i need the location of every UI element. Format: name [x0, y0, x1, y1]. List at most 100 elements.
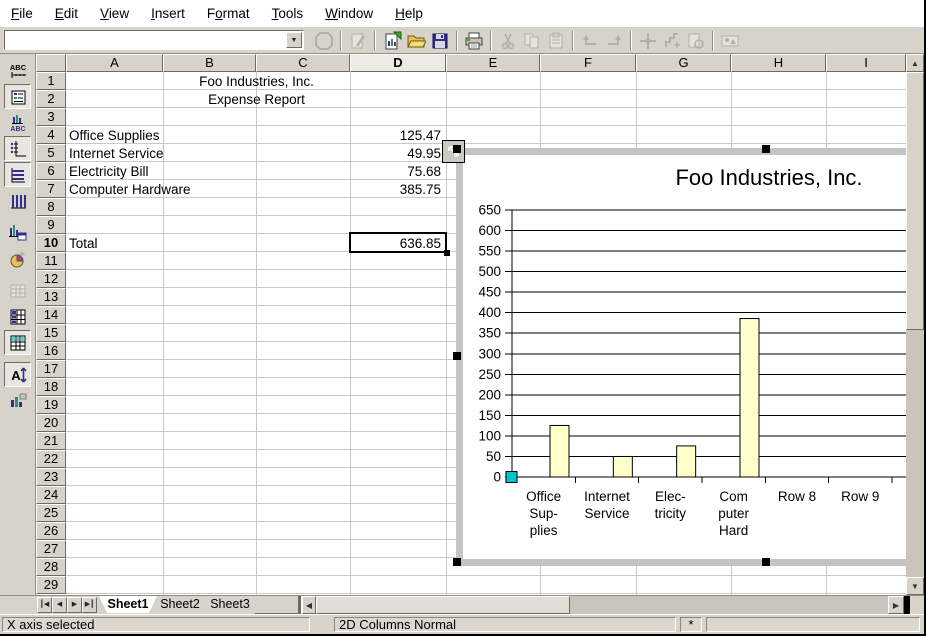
horizontal-scrollbar[interactable]: ◀ ▶: [302, 596, 904, 614]
row-header-2[interactable]: 2: [36, 90, 66, 108]
chart-plot[interactable]: 050100150200250300350400450500550600650O…: [463, 155, 919, 559]
cell-D4[interactable]: 125.47: [352, 128, 441, 143]
row-header-9[interactable]: 9: [36, 216, 66, 234]
new-document-icon[interactable]: [380, 29, 404, 53]
cell-D5[interactable]: 49.95: [352, 146, 441, 161]
cell-A10[interactable]: Total: [69, 236, 98, 251]
cell-B1[interactable]: Foo Industries, Inc.: [163, 74, 350, 89]
column-header-G[interactable]: G: [636, 54, 731, 72]
chart-autoformat-icon[interactable]: [4, 246, 31, 271]
menu-tools[interactable]: Tools: [261, 2, 315, 25]
combobox-dropdown-button[interactable]: ▼: [286, 32, 302, 48]
url-input[interactable]: [6, 32, 288, 50]
row-header-6[interactable]: 6: [36, 162, 66, 180]
url-combobox[interactable]: ▼: [4, 30, 304, 50]
last-sheet-button[interactable]: ▶┃: [82, 597, 97, 613]
previous-sheet-button[interactable]: ◀: [52, 597, 67, 613]
column-header-I[interactable]: I: [826, 54, 906, 72]
menu-window[interactable]: Window: [314, 2, 384, 25]
row-header-22[interactable]: 22: [36, 450, 66, 468]
row-header-8[interactable]: 8: [36, 198, 66, 216]
row-header-23[interactable]: 23: [36, 468, 66, 486]
data-in-columns-icon[interactable]: [4, 330, 31, 355]
cell-A5[interactable]: Internet Service: [69, 146, 164, 161]
cell-A6[interactable]: Electricity Bill: [69, 164, 149, 179]
vertical-grid-icon[interactable]: [4, 188, 31, 213]
data-in-rows-icon[interactable]: [4, 304, 31, 329]
chart-legend-icon[interactable]: [4, 84, 31, 109]
row-header-20[interactable]: 20: [36, 414, 66, 432]
horizontal-scroll-thumb[interactable]: [316, 596, 570, 614]
scroll-up-button[interactable]: ▲: [906, 54, 924, 72]
embedded-chart-object[interactable]: 050100150200250300350400450500550600650O…: [456, 148, 926, 566]
sheet-tab-sheet2[interactable]: Sheet2: [153, 596, 207, 613]
vertical-scrollbar[interactable]: ▲ ▼: [906, 54, 924, 595]
axis-description-icon[interactable]: [4, 136, 31, 161]
cell-A4[interactable]: Office Supplies: [69, 128, 160, 143]
first-sheet-button[interactable]: ┃◀: [37, 597, 52, 613]
column-header-B[interactable]: B: [163, 54, 256, 72]
column-header-C[interactable]: C: [256, 54, 350, 72]
scroll-left-button[interactable]: ◀: [302, 596, 316, 614]
sheet-tab-sheet1[interactable]: Sheet1: [99, 596, 157, 613]
row-header-13[interactable]: 13: [36, 288, 66, 306]
reorganize-chart-icon[interactable]: [4, 388, 31, 413]
row-header-18[interactable]: 18: [36, 378, 66, 396]
chart-canvas[interactable]: 050100150200250300350400450500550600650O…: [463, 155, 919, 559]
select-all-corner[interactable]: [36, 54, 66, 72]
row-header-27[interactable]: 27: [36, 540, 66, 558]
row-header-10[interactable]: 10: [36, 234, 66, 252]
open-icon[interactable]: [404, 29, 428, 53]
row-header-11[interactable]: 11: [36, 252, 66, 270]
row-header-14[interactable]: 14: [36, 306, 66, 324]
row-header-15[interactable]: 15: [36, 324, 66, 342]
menu-format[interactable]: Format: [196, 2, 261, 25]
row-header-19[interactable]: 19: [36, 396, 66, 414]
row-header-29[interactable]: 29: [36, 576, 66, 594]
scale-text-icon[interactable]: A: [4, 362, 31, 387]
cell-D6[interactable]: 75.68: [352, 164, 441, 179]
row-header-12[interactable]: 12: [36, 270, 66, 288]
save-icon[interactable]: [428, 29, 452, 53]
chart-type-icon[interactable]: [4, 220, 31, 245]
row-header-7[interactable]: 7: [36, 180, 66, 198]
row-header-5[interactable]: 5: [36, 144, 66, 162]
print-icon[interactable]: [462, 29, 486, 53]
chart-handle-top-left[interactable]: [453, 145, 461, 153]
column-header-E[interactable]: E: [446, 54, 540, 72]
menu-help[interactable]: Help: [384, 2, 434, 25]
menu-view[interactable]: View: [89, 2, 140, 25]
row-header-21[interactable]: 21: [36, 432, 66, 450]
cell-A7[interactable]: Computer Hardware: [69, 182, 191, 197]
chart-handle-top-middle[interactable]: [762, 145, 770, 153]
scroll-right-button[interactable]: ▶: [888, 596, 904, 614]
row-header-4[interactable]: 4: [36, 126, 66, 144]
row-header-17[interactable]: 17: [36, 360, 66, 378]
menu-edit[interactable]: Edit: [44, 2, 89, 25]
cell-B2[interactable]: Expense Report: [163, 92, 350, 107]
row-header-24[interactable]: 24: [36, 486, 66, 504]
column-header-A[interactable]: A: [66, 54, 163, 72]
scroll-down-button[interactable]: ▼: [906, 577, 924, 595]
menu-insert[interactable]: Insert: [140, 2, 196, 25]
next-sheet-button[interactable]: ▶: [67, 597, 82, 613]
axis-title-icon[interactable]: ABC: [4, 110, 31, 135]
chart-title-icon[interactable]: ABC: [4, 58, 31, 83]
chart-handle-bottom-middle[interactable]: [762, 558, 770, 566]
column-header-H[interactable]: H: [731, 54, 826, 72]
cell-D7[interactable]: 385.75: [352, 182, 441, 197]
row-header-28[interactable]: 28: [36, 558, 66, 576]
row-header-3[interactable]: 3: [36, 108, 66, 126]
vertical-scroll-thumb[interactable]: [906, 72, 924, 330]
row-header-25[interactable]: 25: [36, 504, 66, 522]
horizontal-grid-icon[interactable]: [4, 162, 31, 187]
column-header-F[interactable]: F: [540, 54, 636, 72]
row-header-1[interactable]: 1: [36, 72, 66, 90]
sheet-tab-sheet3[interactable]: Sheet3: [203, 596, 257, 613]
chart-handle-left-middle[interactable]: [453, 352, 461, 360]
fill-handle[interactable]: [444, 250, 450, 256]
cell-cursor-D10[interactable]: [349, 232, 447, 253]
row-header-26[interactable]: 26: [36, 522, 66, 540]
column-header-D[interactable]: D: [350, 54, 446, 72]
row-header-16[interactable]: 16: [36, 342, 66, 360]
